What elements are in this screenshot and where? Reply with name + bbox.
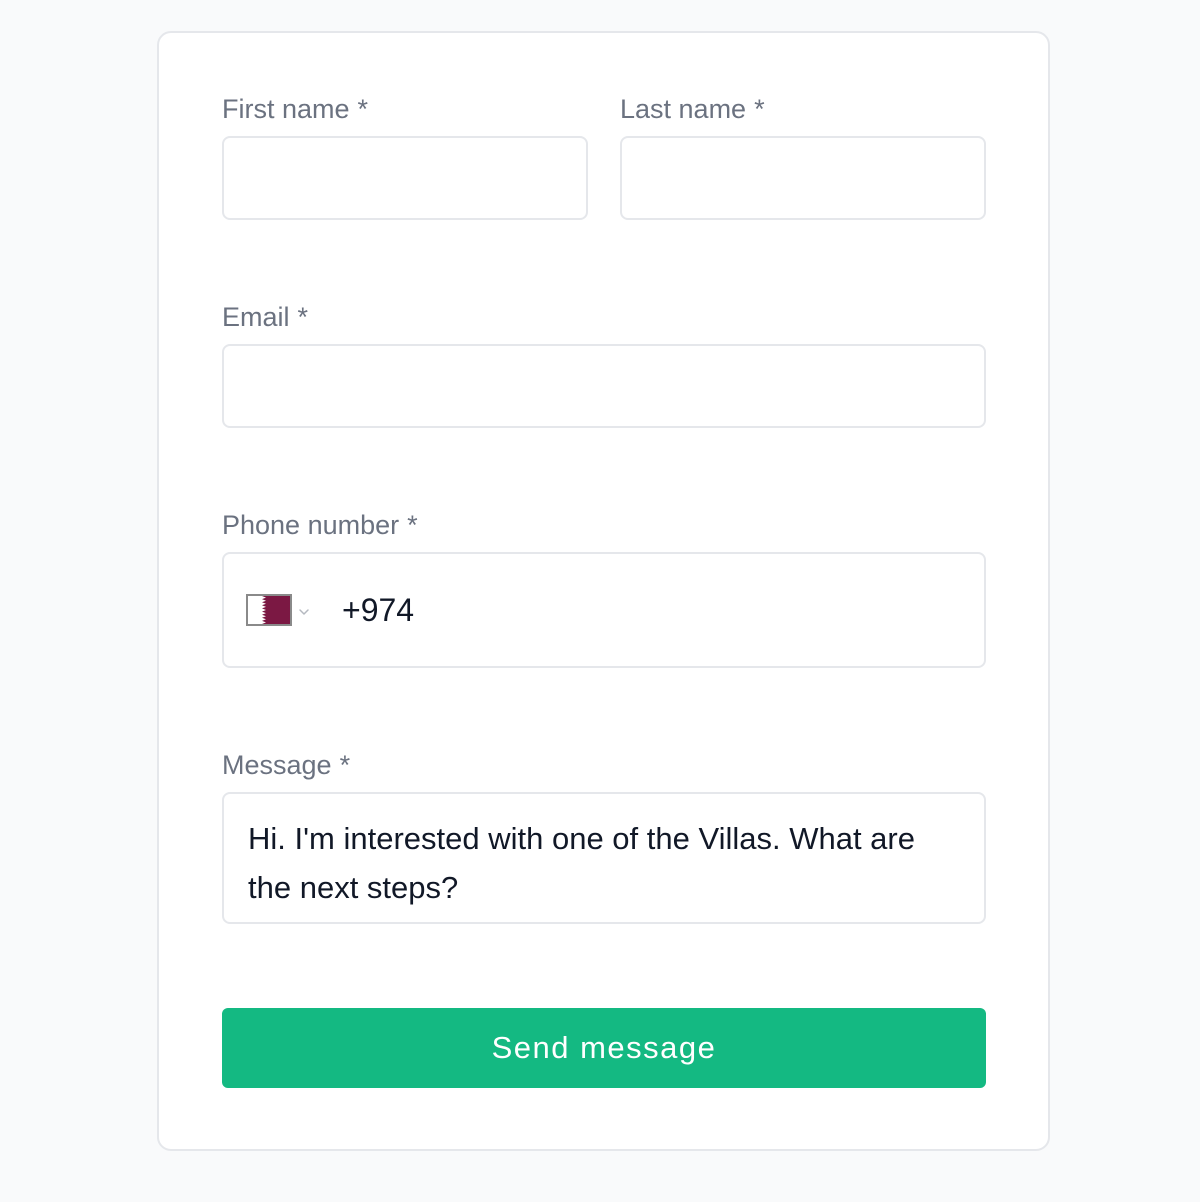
phone-label-text: Phone number [222,510,400,540]
last-name-label-text: Last name [620,94,747,124]
first-name-label: First name * [222,93,368,125]
email-field[interactable] [222,344,986,428]
last-name-label: Last name * [620,93,765,125]
phone-label: Phone number * [222,509,418,541]
phone-field[interactable]: +974 [222,552,986,668]
first-name-input[interactable] [224,138,586,218]
message-label-text: Message [222,750,332,780]
required-mark: * [357,94,369,124]
required-mark: * [339,750,351,780]
first-name-label-text: First name [222,94,350,124]
email-input[interactable] [224,346,984,426]
email-label: Email * [222,301,308,333]
message-textarea[interactable]: Hi. I'm interested with one of the Villa… [248,814,960,912]
last-name-field[interactable] [620,136,986,220]
message-label: Message * [222,749,350,781]
last-name-input[interactable] [622,138,984,218]
required-mark: * [407,510,418,540]
chevron-down-icon [298,603,310,621]
send-message-button[interactable]: Send message [222,1008,986,1088]
email-label-text: Email [222,302,290,332]
phone-input[interactable]: +974 [342,591,414,629]
required-mark: * [297,302,309,332]
message-field[interactable]: Hi. I'm interested with one of the Villa… [222,792,986,924]
qatar-flag-icon [246,594,292,626]
first-name-field[interactable] [222,136,588,220]
country-code-selector[interactable] [246,594,316,628]
required-mark: * [754,94,765,124]
